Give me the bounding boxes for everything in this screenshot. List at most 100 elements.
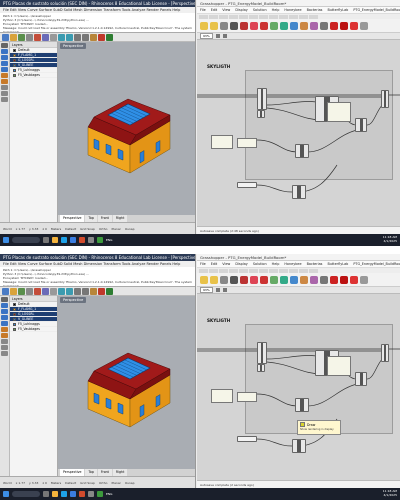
undo-icon[interactable] xyxy=(58,288,65,295)
component-icon[interactable] xyxy=(330,22,338,30)
grasshopper-icon[interactable] xyxy=(106,34,113,41)
rhino-taskbar-icon[interactable] xyxy=(88,491,94,497)
component-tab[interactable] xyxy=(229,269,238,273)
circle-icon[interactable] xyxy=(1,61,8,66)
layer-color-swatch[interactable] xyxy=(13,312,16,316)
paste-icon[interactable] xyxy=(50,288,57,295)
building-model[interactable] xyxy=(78,87,178,177)
component-tab[interactable] xyxy=(309,269,318,273)
layer-color-swatch[interactable] xyxy=(13,58,16,62)
gh-component[interactable] xyxy=(295,398,309,412)
surface-icon[interactable] xyxy=(1,73,8,78)
document-name[interactable]: PTG_EnergyModel_BuildRoom xyxy=(353,7,400,13)
status-item[interactable]: World xyxy=(3,227,12,231)
menu-item[interactable]: ButterflyLab xyxy=(327,7,348,13)
status-item[interactable]: Planar xyxy=(111,481,120,485)
status-item[interactable]: World xyxy=(3,481,12,485)
transform-icon[interactable] xyxy=(1,345,8,350)
clock[interactable]: 11:18 AM 4/1/2025 xyxy=(383,490,397,497)
powerpoint-icon[interactable] xyxy=(79,491,85,497)
component-icon[interactable] xyxy=(340,22,348,30)
grasshopper-canvas[interactable]: SKYLIGTH xyxy=(197,294,400,480)
component-icon[interactable] xyxy=(280,22,288,30)
menu-item[interactable]: Solution xyxy=(253,261,267,267)
component-icon[interactable] xyxy=(360,276,368,284)
component-icon[interactable] xyxy=(210,276,218,284)
language-indicator[interactable]: ENG xyxy=(106,238,112,242)
component-icon[interactable] xyxy=(350,22,358,30)
circle-icon[interactable] xyxy=(1,315,8,320)
menu-item[interactable]: Honeybee xyxy=(284,7,301,13)
cut-icon[interactable] xyxy=(34,34,41,41)
menu-item[interactable]: Display xyxy=(235,7,248,13)
viewport-tab[interactable]: Perspective xyxy=(60,215,85,222)
component-icon[interactable] xyxy=(220,276,228,284)
search-box[interactable] xyxy=(12,491,40,497)
component-tab[interactable] xyxy=(309,15,318,19)
gh-component[interactable] xyxy=(292,439,306,453)
layer-color-swatch[interactable] xyxy=(13,317,16,321)
component-icon[interactable] xyxy=(230,22,238,30)
component-tab[interactable] xyxy=(199,269,208,273)
redo-icon[interactable] xyxy=(66,288,73,295)
component-tab[interactable] xyxy=(209,15,218,19)
component-icon[interactable] xyxy=(310,22,318,30)
powerpoint-icon[interactable] xyxy=(79,237,85,243)
clock[interactable]: 11:18 AM 4/1/2025 xyxy=(383,236,397,243)
layer-icon[interactable] xyxy=(90,288,97,295)
component-tab[interactable] xyxy=(269,15,278,19)
open-folder-icon[interactable] xyxy=(10,34,17,41)
menu-item[interactable]: File xyxy=(200,7,206,13)
gh-component[interactable] xyxy=(257,88,267,110)
gh-panel[interactable] xyxy=(327,356,351,376)
word-icon[interactable] xyxy=(70,237,76,243)
menu-item[interactable]: Display xyxy=(235,261,248,267)
gh-panel[interactable] xyxy=(327,102,351,122)
curve-icon[interactable] xyxy=(1,67,8,72)
grasshopper-taskbar-icon[interactable] xyxy=(97,237,103,243)
layer-color-swatch[interactable] xyxy=(13,63,16,67)
mesh-icon[interactable] xyxy=(1,339,8,344)
perspective-viewport[interactable]: Perspective Perspective Top Front Right xyxy=(58,42,195,222)
gh-component[interactable] xyxy=(355,372,367,386)
component-tab[interactable] xyxy=(239,15,248,19)
menu-item[interactable]: Help xyxy=(272,261,280,267)
component-icon[interactable] xyxy=(260,22,268,30)
component-tab[interactable] xyxy=(249,269,258,273)
surface-icon[interactable] xyxy=(1,327,8,332)
status-item[interactable]: Default xyxy=(65,227,76,231)
status-item[interactable]: Grid Snap xyxy=(80,227,95,231)
polyline-icon[interactable] xyxy=(1,309,8,314)
document-name[interactable]: PTG_EnergyModel_BuildRoom xyxy=(353,261,400,267)
pan-icon[interactable] xyxy=(74,34,81,41)
layer-color-swatch[interactable] xyxy=(13,73,16,77)
component-tab[interactable] xyxy=(289,15,298,19)
select-icon[interactable] xyxy=(1,43,8,48)
viewport-label[interactable]: Perspective xyxy=(60,297,87,303)
save-icon[interactable] xyxy=(18,34,25,41)
gh-component[interactable] xyxy=(355,118,367,132)
gh-component[interactable] xyxy=(381,90,389,108)
start-icon[interactable] xyxy=(3,491,9,497)
gh-component[interactable] xyxy=(257,364,265,372)
print-icon[interactable] xyxy=(26,34,33,41)
new-file-icon[interactable] xyxy=(2,288,9,295)
component-icon[interactable] xyxy=(290,276,298,284)
render-icon[interactable] xyxy=(98,288,105,295)
start-icon[interactable] xyxy=(3,237,9,243)
sketch-icon[interactable] xyxy=(222,288,227,292)
copy-icon[interactable] xyxy=(42,288,49,295)
pan-icon[interactable] xyxy=(74,288,81,295)
zoom-extents-icon[interactable] xyxy=(215,34,220,38)
component-tab[interactable] xyxy=(229,15,238,19)
gh-panel[interactable] xyxy=(211,135,233,149)
zoom-icon[interactable] xyxy=(82,288,89,295)
grasshopper-canvas[interactable]: SKYLIGTH xyxy=(197,40,400,226)
menu-item[interactable]: Bacterias xyxy=(307,7,323,13)
component-tab[interactable] xyxy=(219,269,228,273)
file-explorer-icon[interactable] xyxy=(52,237,58,243)
component-icon[interactable] xyxy=(240,22,248,30)
component-icon[interactable] xyxy=(200,276,208,284)
open-folder-icon[interactable] xyxy=(10,288,17,295)
gh-slider[interactable] xyxy=(237,182,257,188)
